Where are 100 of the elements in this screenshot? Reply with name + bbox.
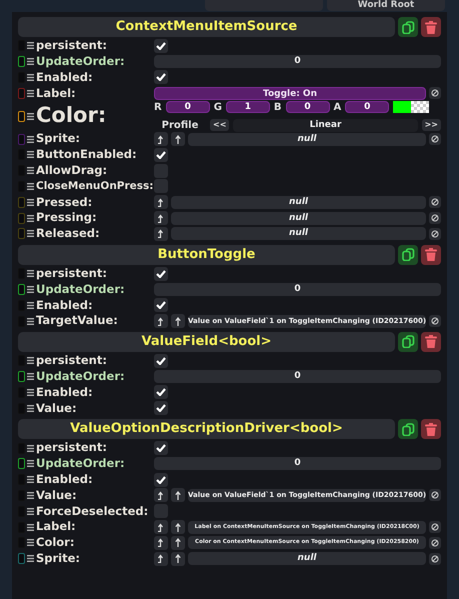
number-field[interactable]: 0 xyxy=(154,370,441,384)
grab-button[interactable] xyxy=(154,488,168,502)
checkbox[interactable] xyxy=(154,266,168,281)
checkbox[interactable] xyxy=(154,472,168,487)
clear-button[interactable] xyxy=(429,536,441,549)
field-label: Color: xyxy=(36,102,106,130)
reference-field[interactable]: null xyxy=(171,196,426,209)
field-label: Enabled: xyxy=(36,471,93,488)
header-tab[interactable]: World Root xyxy=(327,0,445,11)
number-field[interactable]: 0 xyxy=(286,101,330,114)
profile-field[interactable]: Linear xyxy=(233,118,418,132)
field-label: Pressed: xyxy=(36,194,92,211)
clear-button[interactable] xyxy=(429,196,441,208)
component-title: ValueOptionDescriptionDriver<bool> xyxy=(18,419,395,440)
checkbox[interactable] xyxy=(154,38,168,53)
channel-label: B xyxy=(274,100,282,115)
hook-arrow-icon xyxy=(157,490,165,500)
number-field[interactable]: 0 xyxy=(154,55,441,68)
checkbox[interactable] xyxy=(154,354,168,368)
up-arrow-icon xyxy=(175,316,181,326)
jump-button[interactable] xyxy=(171,520,185,534)
clear-button[interactable] xyxy=(429,489,441,502)
drag-handle-icon xyxy=(27,182,34,190)
hook-arrow-icon xyxy=(157,522,165,532)
number-field[interactable]: 0 xyxy=(166,101,210,114)
grab-button[interactable] xyxy=(154,314,168,328)
clear-button[interactable] xyxy=(429,228,441,240)
delete-button[interactable] xyxy=(421,332,441,352)
delete-button[interactable] xyxy=(421,17,441,37)
clear-button[interactable] xyxy=(429,133,441,146)
jump-button[interactable] xyxy=(171,132,185,146)
number-field[interactable]: 0 xyxy=(154,282,441,296)
checkbox[interactable] xyxy=(154,504,168,518)
trash-icon xyxy=(425,335,437,348)
drag-handle-icon xyxy=(27,74,34,81)
duplicate-button[interactable] xyxy=(398,332,418,352)
drag-handle-icon xyxy=(27,476,34,484)
drag-handle-icon xyxy=(27,460,34,468)
jump-button[interactable] xyxy=(171,488,185,502)
field-label: Label: xyxy=(36,84,76,102)
number-field[interactable]: 1 xyxy=(226,101,270,114)
text-field[interactable]: Toggle: On xyxy=(154,86,426,100)
grab-button[interactable] xyxy=(154,520,168,534)
checkbox[interactable] xyxy=(154,401,168,416)
grab-button[interactable] xyxy=(154,211,168,226)
checkbox[interactable] xyxy=(154,385,168,400)
trash-icon xyxy=(425,422,437,436)
clear-button[interactable] xyxy=(429,315,441,328)
next-button[interactable]: >> xyxy=(422,119,441,132)
clear-button[interactable] xyxy=(429,87,441,100)
drag-handle-icon xyxy=(27,539,34,546)
grab-button[interactable] xyxy=(154,195,168,210)
checkbox[interactable] xyxy=(154,164,168,178)
delete-button[interactable] xyxy=(421,244,441,265)
component-title: ValueField<bool> xyxy=(18,332,395,352)
drag-handle-icon xyxy=(27,112,34,120)
number-field[interactable]: 0 xyxy=(154,457,441,470)
clear-button[interactable] xyxy=(429,521,441,534)
component-title: ButtonToggle xyxy=(18,244,395,265)
field-label: Color: xyxy=(36,534,74,552)
checkbox[interactable] xyxy=(154,179,168,194)
null-icon xyxy=(431,317,439,326)
checkbox[interactable] xyxy=(154,148,168,162)
drag-handle-icon xyxy=(27,214,34,222)
field-label: Pressing: xyxy=(36,209,97,226)
reference-field[interactable]: null xyxy=(188,552,426,566)
channel-label: G xyxy=(214,100,222,115)
delete-button[interactable] xyxy=(421,419,441,440)
reference-field[interactable]: null xyxy=(171,227,426,240)
field-label: ForceDeselected: xyxy=(36,502,148,520)
up-arrow-icon xyxy=(175,538,181,548)
grab-button[interactable] xyxy=(154,536,168,550)
duplicate-button[interactable] xyxy=(398,419,418,440)
jump-button[interactable] xyxy=(171,552,185,566)
field-label: Enabled: xyxy=(36,68,93,86)
checkmark-icon xyxy=(156,73,166,82)
checkmark-icon xyxy=(156,150,166,159)
field-label: persistent: xyxy=(36,439,107,456)
reference-field[interactable]: null xyxy=(188,132,426,146)
hook-arrow-icon xyxy=(157,214,165,223)
grab-button[interactable] xyxy=(154,552,168,566)
null-icon xyxy=(431,135,439,144)
jump-button[interactable] xyxy=(171,314,185,328)
field-label: AllowDrag: xyxy=(36,162,108,180)
checkbox[interactable] xyxy=(154,298,168,312)
clear-button[interactable] xyxy=(429,212,441,224)
number-field[interactable]: 0 xyxy=(345,101,390,114)
duplicate-button[interactable] xyxy=(398,244,418,265)
duplicate-button[interactable] xyxy=(398,17,418,37)
field-label: TargetValue: xyxy=(36,312,118,330)
clear-button[interactable] xyxy=(429,552,441,565)
field-label: Enabled: xyxy=(36,384,93,401)
grab-button[interactable] xyxy=(154,226,168,241)
checkbox[interactable] xyxy=(154,441,168,456)
reference-field[interactable]: null xyxy=(171,212,426,225)
up-arrow-icon xyxy=(175,522,181,532)
grab-button[interactable] xyxy=(154,132,168,146)
previous-button[interactable]: << xyxy=(210,119,230,132)
checkbox[interactable] xyxy=(154,70,168,84)
jump-button[interactable] xyxy=(171,536,185,550)
